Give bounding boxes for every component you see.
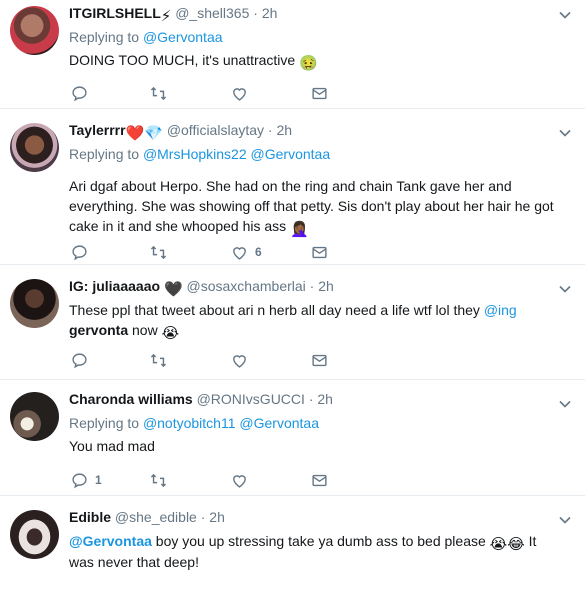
avatar[interactable] bbox=[10, 279, 59, 328]
tweet-text: @Gervontaa boy you up stressing take ya … bbox=[69, 533, 537, 570]
user-handle[interactable]: @she_edible bbox=[115, 509, 197, 525]
display-name[interactable]: Edible bbox=[69, 509, 111, 525]
message-button[interactable] bbox=[311, 470, 328, 490]
tweet-text: DOING TOO MUCH, it's unattractive 🤢 bbox=[69, 52, 318, 72]
user-handle[interactable]: @RONIvsGUCCI bbox=[197, 391, 305, 407]
like-button[interactable] bbox=[231, 83, 255, 103]
name-emoji: ❤️💎 bbox=[125, 125, 163, 142]
reply-button[interactable]: 1 bbox=[71, 470, 102, 490]
tweet-text: You mad mad bbox=[69, 438, 155, 454]
separator-dot: · bbox=[308, 391, 314, 407]
timestamp[interactable]: 2h bbox=[317, 391, 333, 407]
like-count: 6 bbox=[255, 245, 262, 259]
display-name[interactable]: IG: juliaaaaao bbox=[69, 278, 160, 294]
reply-icon bbox=[72, 85, 87, 101]
retweet-button[interactable] bbox=[150, 350, 174, 370]
avatar[interactable] bbox=[10, 123, 59, 172]
reply-count: 1 bbox=[95, 473, 102, 487]
black-heart-emoji: 🖤 bbox=[163, 281, 183, 298]
mention-link[interactable]: @Gervontaa bbox=[69, 533, 152, 549]
tweet[interactable]: Taylerrrr❤️💎 @officialslaytay · 2h Reply… bbox=[0, 109, 585, 265]
display-name[interactable]: ITGIRLSHELL bbox=[69, 5, 161, 21]
heart-icon bbox=[233, 354, 246, 368]
retweet-icon bbox=[150, 245, 167, 259]
separator-dot: · bbox=[267, 122, 273, 138]
reply-button[interactable] bbox=[71, 83, 95, 103]
name-emoji: ⚡ bbox=[160, 8, 172, 25]
tweet-text: These ppl that tweet about ari n herb al… bbox=[69, 302, 517, 342]
separator-dot: · bbox=[309, 278, 315, 294]
mention-link[interactable]: @Gervontaa bbox=[239, 415, 319, 431]
retweet-button[interactable] bbox=[150, 242, 174, 262]
retweet-icon bbox=[150, 473, 167, 487]
mention-link[interactable]: @notyobitch11 bbox=[143, 415, 236, 431]
mention-link[interactable]: @MrsHopkins22 bbox=[143, 146, 247, 162]
chevron-down-icon[interactable] bbox=[559, 283, 571, 295]
user-handle[interactable]: @sosaxchamberlai bbox=[187, 278, 306, 294]
avatar[interactable] bbox=[10, 6, 59, 55]
heart-icon bbox=[233, 87, 246, 101]
timestamp[interactable]: 2h bbox=[276, 122, 292, 138]
envelope-icon bbox=[312, 474, 327, 486]
reply-icon bbox=[72, 472, 87, 488]
crying-laughing-emoji: 😭😂 bbox=[489, 536, 525, 553]
timestamp[interactable]: 2h bbox=[262, 5, 278, 21]
mention-link[interactable]: @ing bbox=[484, 302, 517, 318]
replying-to: Replying to @notyobitch11 @Gervontaa bbox=[69, 415, 319, 431]
user-handle[interactable]: @officialslaytay bbox=[167, 122, 264, 138]
retweet-button[interactable] bbox=[150, 83, 174, 103]
retweet-icon bbox=[150, 86, 167, 100]
avatar[interactable] bbox=[10, 510, 59, 559]
like-button[interactable]: 6 bbox=[231, 242, 262, 262]
reply-icon bbox=[72, 244, 87, 260]
message-button[interactable] bbox=[311, 242, 328, 262]
message-button[interactable] bbox=[311, 83, 328, 103]
envelope-icon bbox=[312, 354, 327, 366]
heart-icon bbox=[233, 246, 246, 260]
nauseated-emoji: 🤢 bbox=[299, 55, 318, 72]
tweet[interactable]: ITGIRLSHELL⚡ @_shell365 · 2h Replying to… bbox=[0, 0, 585, 109]
bold-text: gervonta bbox=[69, 322, 129, 338]
timestamp[interactable]: 2h bbox=[318, 278, 334, 294]
separator-dot: · bbox=[200, 509, 206, 525]
reply-icon bbox=[72, 352, 87, 368]
chevron-down-icon[interactable] bbox=[559, 398, 571, 410]
facepalm-emoji: 🤦🏾‍♀️ bbox=[290, 221, 309, 238]
separator-dot: · bbox=[253, 5, 258, 21]
mention-link[interactable]: @Gervontaa bbox=[251, 146, 331, 162]
replying-to: Replying to @MrsHopkins22 @Gervontaa bbox=[69, 146, 331, 162]
replying-to: Replying to @Gervontaa bbox=[69, 29, 223, 45]
chevron-down-icon[interactable] bbox=[559, 514, 571, 526]
timestamp[interactable]: 2h bbox=[209, 509, 225, 525]
display-name[interactable]: Charonda williams bbox=[69, 391, 193, 407]
display-name[interactable]: Taylerrrr bbox=[69, 122, 126, 138]
tweet[interactable]: IG: juliaaaaao 🖤 @sosaxchamberlai · 2h T… bbox=[0, 265, 585, 380]
message-button[interactable] bbox=[311, 350, 328, 370]
tweet[interactable]: Charonda williams @RONIvsGUCCI · 2h Repl… bbox=[0, 380, 585, 496]
chevron-down-icon[interactable] bbox=[559, 9, 571, 21]
tweet-text: Ari dgaf about Herpo. She had on the rin… bbox=[69, 178, 554, 238]
retweet-icon bbox=[150, 353, 167, 367]
like-button[interactable] bbox=[231, 470, 255, 490]
crying-emoji: 😭 bbox=[161, 325, 180, 342]
user-handle[interactable]: @_shell365 bbox=[175, 5, 249, 21]
retweet-button[interactable] bbox=[150, 470, 174, 490]
heart-icon bbox=[233, 474, 246, 488]
envelope-icon bbox=[312, 246, 327, 258]
envelope-icon bbox=[312, 87, 327, 99]
like-button[interactable] bbox=[231, 350, 255, 370]
avatar[interactable] bbox=[10, 392, 59, 441]
reply-button[interactable] bbox=[71, 242, 95, 262]
mention-link[interactable]: @Gervontaa bbox=[143, 29, 223, 45]
tweet[interactable]: Edible @she_edible · 2h @Gervontaa boy y… bbox=[0, 496, 585, 606]
reply-button[interactable] bbox=[71, 350, 95, 370]
chevron-down-icon[interactable] bbox=[559, 127, 571, 139]
